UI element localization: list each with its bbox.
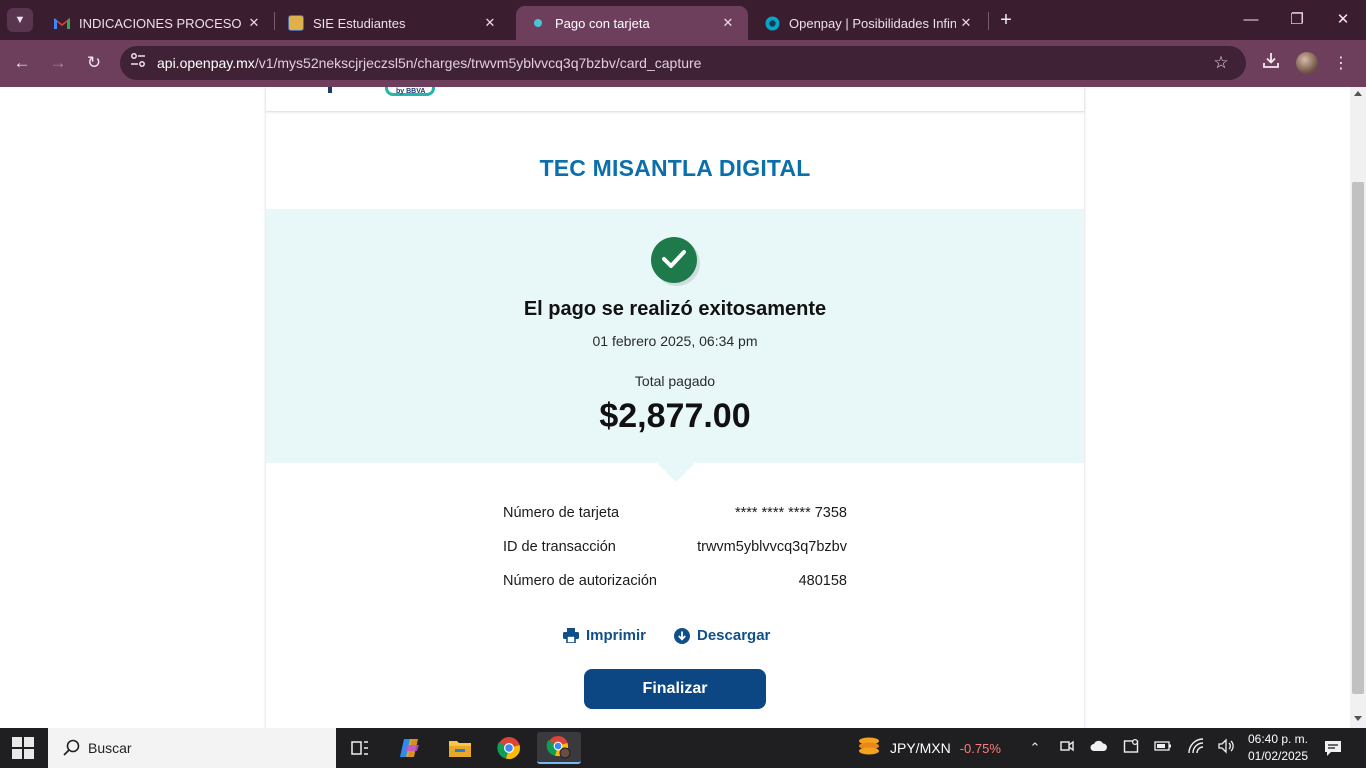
- transaction-details: Número de tarjeta **** **** **** 7358 ID…: [503, 505, 847, 607]
- chrome-icon[interactable]: [489, 732, 529, 764]
- app-notification-icon[interactable]: [1121, 738, 1141, 758]
- chrome-profile-active-icon[interactable]: [537, 732, 581, 764]
- url-path: /v1/mys52nekscjrjeczsl5n/charges/trwvm5y…: [254, 55, 702, 71]
- reload-icon[interactable]: ↻: [81, 50, 107, 76]
- show-hidden-icons-chevron-icon[interactable]: ⌃: [1025, 738, 1045, 758]
- task-view-icon[interactable]: [340, 732, 380, 764]
- payment-status-title: El pago se realizó exitosamente: [523, 298, 827, 320]
- url-text: api.openpay.mx/v1/mys52nekscjrjeczsl5n/c…: [157, 46, 701, 80]
- clock-time: 06:40 p. m.: [1247, 732, 1309, 746]
- page-viewport: by BBVA TEC MISANTLA DIGITAL El pago se …: [0, 87, 1350, 728]
- bookmark-star-icon[interactable]: ☆: [1210, 52, 1232, 74]
- tab-sie-estudiantes[interactable]: SIE Estudiantes ✕: [274, 6, 510, 40]
- detail-row-card-number: Número de tarjeta **** **** **** 7358: [503, 505, 847, 539]
- openpay-icon: [764, 15, 780, 31]
- page-scrollbar[interactable]: [1350, 87, 1366, 728]
- print-label: Imprimir: [586, 627, 647, 644]
- windows-start-icon[interactable]: [12, 737, 34, 759]
- openpay-logo-fragment: [328, 87, 332, 93]
- download-icon[interactable]: [1258, 51, 1284, 77]
- detail-value: trwvm5yblvvcq3q7bzbv: [697, 539, 847, 555]
- copilot-icon[interactable]: [390, 732, 430, 764]
- sie-icon: [288, 15, 304, 31]
- tab-close-icon[interactable]: ✕: [480, 15, 500, 31]
- taskbar-clock[interactable]: 06:40 p. m. 01/02/2025: [1240, 731, 1316, 765]
- close-window-icon[interactable]: ✕: [1320, 8, 1366, 32]
- download-label: Descargar: [697, 627, 771, 644]
- detail-label: Número de tarjeta: [503, 505, 620, 521]
- scroll-down-arrow-icon[interactable]: [1354, 716, 1362, 721]
- tab-close-icon[interactable]: ✕: [956, 15, 976, 31]
- search-placeholder: Buscar: [88, 740, 132, 756]
- onedrive-cloud-icon[interactable]: [1089, 738, 1109, 758]
- scrollbar-thumb[interactable]: [1352, 182, 1364, 694]
- browser-toolbar: ← → ↻ api.openpay.mx/v1/mys52nekscjrjecz…: [0, 40, 1366, 87]
- file-explorer-icon[interactable]: [440, 732, 480, 764]
- tab-title: Pago con tarjeta: [555, 15, 650, 31]
- panel-pointer: [657, 463, 695, 482]
- detail-row-authorization: Número de autorización 480158: [503, 573, 847, 607]
- print-button[interactable]: Imprimir: [563, 627, 646, 644]
- browser-menu-icon[interactable]: ⋮: [1328, 51, 1354, 77]
- download-circle-icon: [674, 627, 690, 644]
- meet-camera-icon[interactable]: [1057, 738, 1077, 758]
- forward-arrow-icon[interactable]: →: [45, 50, 71, 76]
- tab-title: INDICACIONES PROCESO DE RE: [79, 15, 244, 31]
- tab-title: Openpay | Posibilidades Infinitas: [789, 15, 956, 31]
- new-tab-plus-icon[interactable]: +: [996, 9, 1016, 31]
- site-info-tune-icon[interactable]: [126, 51, 150, 75]
- success-check-icon: [651, 237, 697, 283]
- detail-label: ID de transacción: [503, 539, 616, 555]
- tab-close-icon[interactable]: ✕: [244, 15, 264, 31]
- tab-close-icon[interactable]: ✕: [718, 15, 738, 31]
- taskbar-search-box[interactable]: Buscar: [48, 728, 336, 768]
- payment-success-panel: El pago se realizó exitosamente 01 febre…: [266, 209, 1084, 463]
- download-button[interactable]: Descargar: [674, 627, 770, 644]
- tab-openpay[interactable]: Openpay | Posibilidades Infinitas ✕: [750, 6, 986, 40]
- currency-pair: JPY/MXN: [890, 740, 951, 756]
- openpay-dot-icon: [530, 15, 546, 31]
- printer-icon: [563, 628, 579, 644]
- payment-date: 01 febrero 2025, 06:34 pm: [592, 333, 758, 349]
- profile-avatar[interactable]: [1296, 52, 1318, 74]
- merchant-name: TEC MISANTLA DIGITAL: [539, 155, 811, 181]
- bbva-logo-text: by BBVA: [396, 88, 426, 95]
- restore-icon[interactable]: ❐: [1274, 8, 1320, 32]
- tab-separator: [988, 12, 989, 30]
- battery-icon[interactable]: [1153, 738, 1173, 758]
- detail-label: Número de autorización: [503, 573, 657, 589]
- windows-taskbar: Buscar JPY/MXN -0.75% ⌃ 06:40 p. m. 01/0…: [0, 728, 1366, 768]
- receipt-actions: Imprimir Descargar: [266, 627, 1084, 647]
- tab-gmail[interactable]: INDICACIONES PROCESO DE RE ✕: [40, 6, 274, 40]
- currency-coins-icon: [858, 735, 880, 762]
- wifi-icon[interactable]: [1186, 738, 1206, 758]
- total-paid-label: Total pagado: [634, 373, 716, 389]
- browser-tab-bar: ▼ INDICACIONES PROCESO DE RE ✕ SIE Estud…: [0, 0, 1366, 40]
- gmail-icon: [54, 15, 70, 31]
- detail-value: **** **** **** 7358: [734, 505, 847, 521]
- search-icon: [62, 738, 82, 758]
- minimize-icon[interactable]: —: [1228, 8, 1274, 32]
- scroll-up-arrow-icon[interactable]: [1354, 91, 1362, 96]
- notification-center-icon[interactable]: [1323, 738, 1343, 758]
- address-bar[interactable]: api.openpay.mx/v1/mys52nekscjrjeczsl5n/c…: [120, 46, 1246, 80]
- detail-row-transaction-id: ID de transacción trwvm5yblvvcq3q7bzbv: [503, 539, 847, 573]
- tab-title: SIE Estudiantes: [313, 15, 406, 31]
- back-arrow-icon[interactable]: ←: [9, 50, 35, 76]
- url-host: api.openpay.mx: [157, 55, 255, 71]
- currency-change: -0.75%: [959, 740, 1001, 756]
- card-header: by BBVA: [266, 87, 1084, 112]
- payment-receipt-card: by BBVA TEC MISANTLA DIGITAL El pago se …: [266, 87, 1084, 728]
- tab-pago-con-tarjeta[interactable]: Pago con tarjeta ✕: [516, 6, 748, 40]
- detail-value: 480158: [798, 573, 847, 589]
- volume-icon[interactable]: [1216, 738, 1236, 758]
- total-paid-amount: $2,877.00: [599, 397, 751, 435]
- currency-widget[interactable]: JPY/MXN -0.75%: [858, 728, 1001, 768]
- clock-date: 01/02/2025: [1247, 749, 1309, 763]
- finish-button[interactable]: Finalizar: [584, 669, 766, 709]
- tab-search-chevron-icon[interactable]: ▼: [7, 8, 33, 32]
